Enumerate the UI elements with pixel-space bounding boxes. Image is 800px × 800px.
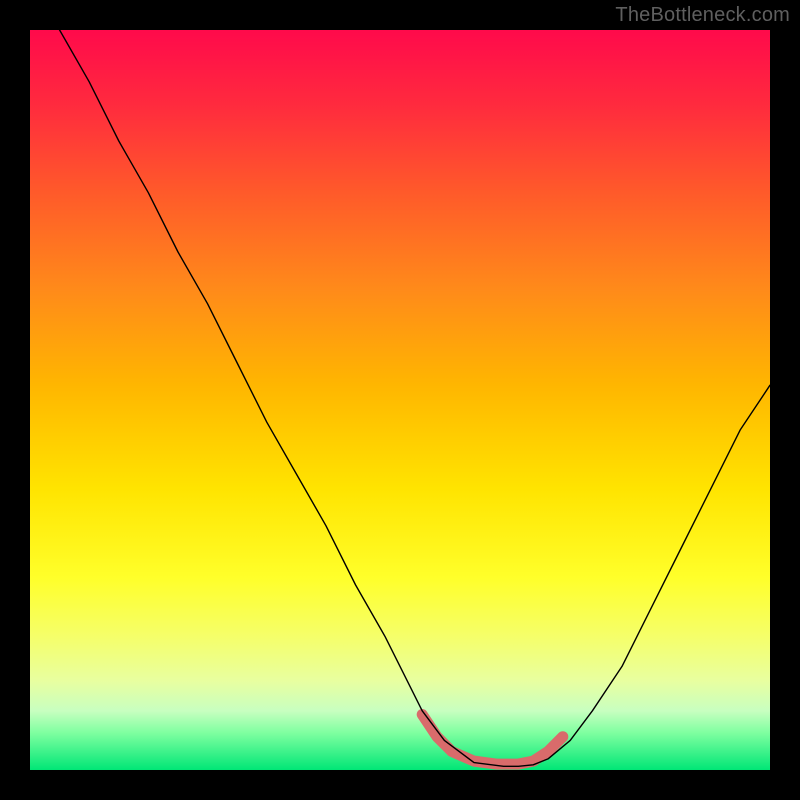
chart-frame: TheBottleneck.com — [0, 0, 800, 800]
watermark-text: TheBottleneck.com — [615, 4, 790, 27]
chart-svg — [30, 30, 770, 770]
plot-area — [30, 30, 770, 770]
curve-path — [60, 30, 770, 766]
